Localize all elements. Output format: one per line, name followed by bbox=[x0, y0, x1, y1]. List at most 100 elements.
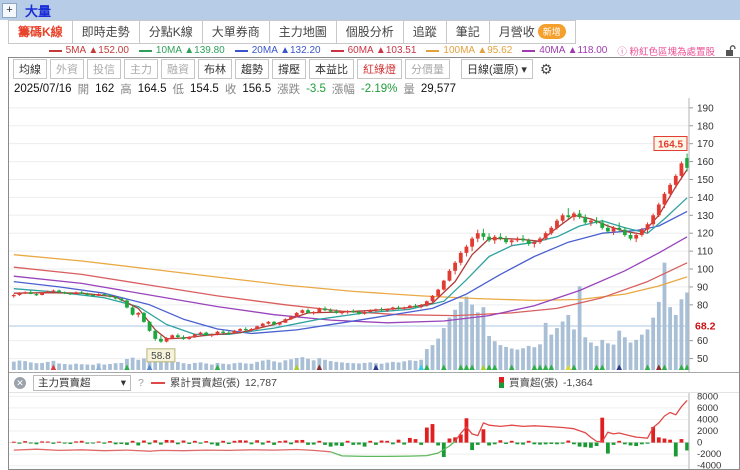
svg-text:80: 80 bbox=[697, 300, 709, 311]
gear-icon[interactable]: ⚙ bbox=[540, 61, 553, 78]
ma-legend-text: 60MA ▲103.51 bbox=[347, 45, 417, 56]
toolbar-button-融資[interactable]: 融資 bbox=[161, 59, 195, 79]
ohlc-label: 開 bbox=[77, 84, 90, 96]
help-icon[interactable]: ? bbox=[138, 377, 144, 389]
tab-個股分析[interactable]: 個股分析 bbox=[335, 20, 404, 44]
toolbar-button-撐壓[interactable]: 撐壓 bbox=[272, 59, 306, 79]
toolbar-button-本益比[interactable]: 本益比 bbox=[309, 59, 354, 79]
ohlc-label: 漲幅 bbox=[331, 84, 355, 96]
net-buy-sell-chart[interactable]: 80006000400020000-2000-4000 bbox=[9, 393, 740, 469]
svg-text:50: 50 bbox=[697, 354, 709, 365]
tab-label: 筆記 bbox=[455, 25, 480, 39]
line-swatch-icon bbox=[150, 381, 165, 384]
svg-text:180: 180 bbox=[697, 121, 714, 132]
bar-swatch-icon bbox=[498, 377, 504, 388]
ohlc-value: 164.5 bbox=[137, 83, 167, 95]
ohlc-value: -3.5 bbox=[306, 83, 326, 95]
tab-label: 追蹤 bbox=[412, 25, 437, 39]
chevron-down-icon: ▾ bbox=[120, 376, 126, 389]
svg-text:140: 140 bbox=[697, 193, 714, 204]
ohlc-row: 2025/07/16 開 162 高 164.5 低 154.5 收 156.5 漲跌 -3.5 漲幅… bbox=[9, 80, 739, 98]
svg-text:68.2: 68.2 bbox=[695, 320, 716, 332]
tab-label: 主力地圖 bbox=[278, 25, 327, 39]
toolbar-button-分價量[interactable]: 分價量 bbox=[405, 59, 450, 79]
ma-legend-text: 5MA ▲152.00 bbox=[65, 45, 129, 56]
toolbar-button-紅綠燈[interactable]: 紅綠燈 bbox=[357, 59, 402, 79]
ma-legend-60MA: 60MA ▲103.51 bbox=[330, 45, 417, 56]
tab-即時走勢[interactable]: 即時走勢 bbox=[71, 20, 140, 44]
netbuy-legend: 買賣超(張) -1,364 bbox=[498, 375, 593, 390]
ma-legend-5MA: 5MA ▲152.00 bbox=[48, 45, 129, 56]
toolbar-button-投信[interactable]: 投信 bbox=[87, 59, 121, 79]
unlock-icon[interactable] bbox=[725, 44, 736, 57]
svg-text:4000: 4000 bbox=[697, 414, 718, 425]
ma-line-swatch-icon bbox=[522, 49, 536, 52]
tab-大單券商[interactable]: 大單券商 bbox=[201, 20, 270, 44]
ohlc-date: 2025/07/16 bbox=[14, 83, 72, 95]
ma-legend-100MA: 100MA ▲95.62 bbox=[426, 45, 512, 56]
indicator-select[interactable]: 主力買賣超 ▾ bbox=[33, 374, 131, 391]
tab-badge: 新增 bbox=[537, 24, 566, 39]
tab-bar: 籌碼K線 即時走勢 分點K線 大單券商 主力地圖 個股分析 追蹤 筆記 月營收 新增 bbox=[0, 20, 740, 44]
tab-追蹤[interactable]: 追蹤 bbox=[402, 20, 447, 44]
ma-line-swatch-icon bbox=[138, 49, 152, 52]
toolbar-button-布林[interactable]: 布林 bbox=[198, 59, 232, 79]
ohlc-label: 低 bbox=[172, 84, 185, 96]
chart-panel: 均線 外資 投信 主力 融資 布林 趨勢 撐壓 本益比 紅綠燈 分價量 日線(還原) ▾ ⚙ 2025/… bbox=[8, 57, 740, 470]
ma-line-swatch-icon bbox=[48, 49, 62, 52]
tab-label: 分點K線 bbox=[148, 25, 193, 39]
cumulative-legend-label: 累計買賣超(張) bbox=[169, 377, 240, 389]
window-bar: + 大量 bbox=[0, 0, 740, 20]
ma-legend-text: 100MA ▲95.62 bbox=[443, 45, 513, 56]
add-tab-button[interactable]: + bbox=[2, 2, 17, 18]
toolbar-button-主力[interactable]: 主力 bbox=[124, 59, 158, 79]
close-icon[interactable]: ✕ bbox=[14, 376, 26, 389]
cumulative-legend-value: 12,787 bbox=[244, 376, 277, 389]
ma-legend-text: 10MA ▲139.80 bbox=[155, 45, 225, 56]
tab-分點K線[interactable]: 分點K線 bbox=[138, 20, 203, 44]
ma-line-swatch-icon bbox=[426, 49, 440, 52]
tab-籌碼K線[interactable]: 籌碼K線 bbox=[8, 20, 73, 44]
svg-text:190: 190 bbox=[697, 103, 714, 114]
ohlc-value: 162 bbox=[95, 83, 115, 95]
tab-筆記[interactable]: 筆記 bbox=[445, 20, 490, 44]
period-select[interactable]: 日線(還原) ▾ bbox=[461, 59, 533, 79]
ma-legend-20MA: 20MA ▲132.20 bbox=[234, 45, 321, 56]
svg-text:58.8: 58.8 bbox=[151, 351, 171, 362]
svg-text:170: 170 bbox=[697, 139, 714, 150]
ma-line-swatch-icon bbox=[234, 49, 248, 52]
tab-label: 月營收 bbox=[498, 25, 535, 39]
tab-label: 籌碼K線 bbox=[18, 25, 63, 39]
main-candlestick-chart[interactable]: 190 180 170 160 150 140 130 120 110 100 90 80 60 50 68… bbox=[9, 98, 740, 372]
ohlc-value: 154.5 bbox=[190, 83, 219, 95]
tab-主力地圖[interactable]: 主力地圖 bbox=[268, 20, 337, 44]
ma-line-swatch-icon bbox=[330, 49, 344, 52]
toolbar-button-均線[interactable]: 均線 bbox=[13, 59, 47, 79]
pink-block-note: ⓘ 粉紅色區塊為處置股 bbox=[617, 46, 715, 58]
ohlc-value: 29,577 bbox=[420, 83, 457, 95]
svg-text:150: 150 bbox=[697, 175, 714, 186]
sub-panel-header: ✕ 主力買賣超 ▾ ? 累計買賣超(張) 12,787 買賣超(張) -1,36… bbox=[9, 372, 739, 393]
svg-text:8000: 8000 bbox=[697, 393, 718, 402]
ohlc-label: 漲跌 bbox=[277, 84, 301, 96]
svg-text:6000: 6000 bbox=[697, 403, 718, 414]
page-title: 大量 bbox=[25, 3, 52, 19]
ohlc-label: 高 bbox=[120, 84, 132, 96]
svg-text:164.5: 164.5 bbox=[658, 140, 683, 151]
toolbar-button-外資[interactable]: 外資 bbox=[50, 59, 84, 79]
ma-legend-text: 40MA ▲118.00 bbox=[539, 45, 608, 56]
ohlc-label: 量 bbox=[403, 84, 415, 96]
svg-text:-2000: -2000 bbox=[697, 449, 721, 460]
ohlc-value: -2.19% bbox=[360, 83, 398, 95]
ohlc-label: 收 bbox=[224, 84, 237, 96]
svg-text:90: 90 bbox=[697, 282, 709, 293]
tab-label: 即時走勢 bbox=[81, 25, 130, 39]
svg-text:60: 60 bbox=[697, 336, 709, 347]
svg-text:120: 120 bbox=[697, 229, 714, 240]
chart-toolbar: 均線 外資 投信 主力 融資 布林 趨勢 撐壓 本益比 紅綠燈 分價量 日線(還原) ▾ ⚙ bbox=[9, 58, 739, 80]
ma-legend-row: 5MA ▲152.00 10MA ▲139.80 20MA ▲132.20 60MA … bbox=[0, 44, 740, 58]
tab-月營收[interactable]: 月營收 新增 bbox=[488, 20, 576, 44]
svg-text:2000: 2000 bbox=[697, 426, 718, 437]
toolbar-button-趨勢[interactable]: 趨勢 bbox=[235, 59, 269, 79]
netbuy-legend-label: 買賣超(張) bbox=[508, 377, 558, 389]
